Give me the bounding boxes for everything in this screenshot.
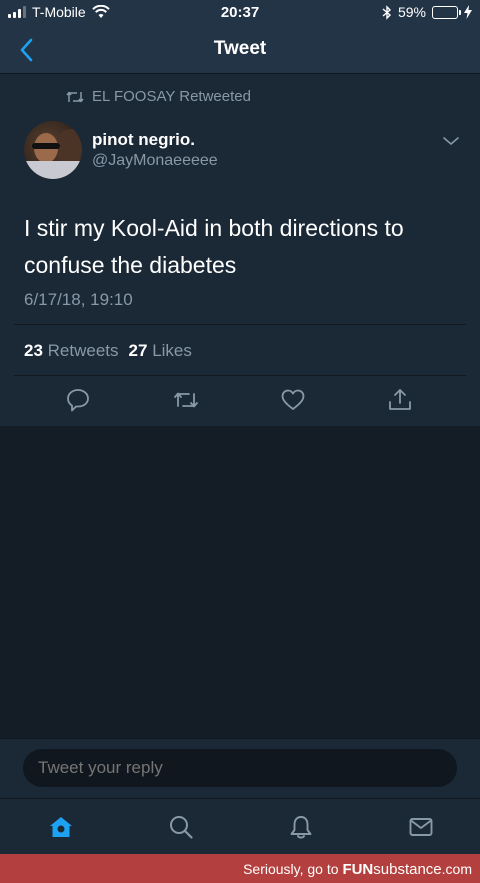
tweet-actions [0, 386, 480, 418]
share-icon[interactable] [386, 386, 414, 414]
messages-envelope-icon[interactable] [407, 813, 435, 841]
reply-input[interactable] [23, 749, 457, 787]
retweets-stat[interactable]: 23 Retweets [24, 341, 119, 361]
watermark-brand-bold: FUN [342, 861, 374, 878]
status-right: 59% [382, 4, 472, 20]
reply-icon[interactable] [64, 386, 92, 414]
divider [14, 375, 466, 376]
watermark-suffix: .com [441, 861, 472, 877]
divider [14, 324, 466, 325]
notifications-bell-icon[interactable] [287, 813, 315, 841]
bottom-tab-bar [0, 798, 480, 854]
retweet-icon [66, 91, 84, 102]
bluetooth-icon [382, 4, 391, 20]
watermark-brand-rest: substance [373, 861, 442, 878]
likes-count: 27 [128, 341, 148, 360]
like-heart-icon[interactable] [279, 386, 307, 414]
search-icon[interactable] [167, 813, 195, 841]
tweet-text: I stir my Kool-Aid in both directions to… [24, 215, 404, 278]
likes-stat[interactable]: 27 Likes [129, 341, 192, 361]
charging-icon [464, 5, 472, 19]
avatar[interactable] [24, 121, 82, 179]
retweet-context[interactable]: EL FOOSAY Retweeted [66, 88, 251, 105]
chevron-down-icon[interactable] [442, 134, 460, 148]
watermark-prefix: Seriously, go to [243, 861, 339, 877]
nav-bar: Tweet [0, 26, 480, 74]
user-handle[interactable]: @JayMonaeeeee [92, 152, 218, 170]
retweets-count: 23 [24, 341, 43, 360]
tweet-stats: 23 Retweets 27 Likes [24, 341, 192, 361]
reply-compose-bar [0, 738, 480, 798]
home-icon[interactable] [47, 813, 75, 841]
likes-label: Likes [152, 341, 192, 360]
retweets-label: Retweets [47, 341, 119, 360]
retweeted-by-label: EL FOOSAY Retweeted [92, 88, 251, 105]
battery-icon [432, 5, 461, 19]
status-bar: T-Mobile 20:37 59% [0, 0, 480, 26]
page-title: Tweet [213, 38, 267, 59]
display-name[interactable]: pinot negrio. [92, 130, 195, 150]
battery-percent: 59% [397, 4, 426, 20]
retweet-action-icon[interactable] [172, 386, 200, 414]
watermark-banner: Seriously, go to FUNsubstance.com [0, 854, 480, 883]
tweet-timestamp: 6/17/18, 19:10 [24, 290, 133, 309]
tweet-detail: EL FOOSAY Retweeted pinot negrio. @JayMo… [0, 74, 480, 426]
